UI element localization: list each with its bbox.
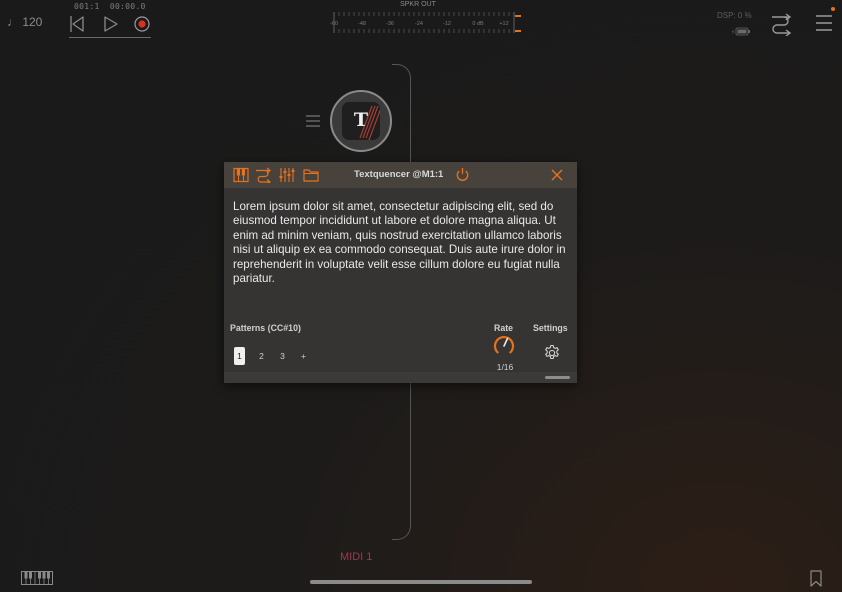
mixer-view-button[interactable] — [279, 167, 295, 183]
plugin-node-textquencer[interactable]: T — [330, 90, 392, 152]
home-indicator[interactable] — [310, 580, 532, 584]
resize-handle[interactable] — [545, 376, 570, 379]
piano-icon — [233, 167, 249, 183]
meter-scale-label: -12 — [443, 21, 451, 27]
keyboard-button[interactable] — [21, 571, 53, 585]
menu-icon — [816, 15, 832, 31]
play-icon — [104, 16, 118, 32]
drag-handle[interactable] — [305, 113, 321, 129]
meter-scale-label: -60 — [330, 21, 338, 27]
record-button[interactable] — [133, 15, 151, 33]
rate-label: Rate — [494, 323, 514, 333]
meter-scale-label: -36 — [386, 21, 394, 27]
keyboard-icon — [21, 571, 53, 585]
plugin-window-header[interactable]: Textquencer @M1:1 — [224, 162, 577, 188]
bypass-button[interactable] — [455, 167, 470, 182]
drag-handle-icon — [306, 115, 320, 127]
routing-icon — [772, 13, 792, 37]
output-meter: SPKR OUT -60 -48 -36 -24 -12 0 dB +12 — [326, 0, 526, 40]
meter-scale-graphic: -60 -48 -36 -24 -12 0 dB +12 — [330, 12, 521, 33]
plugin-icon-letter: T — [353, 109, 369, 131]
meter-scale-label: -48 — [358, 21, 366, 27]
pattern-button-2[interactable]: 2 — [256, 347, 267, 365]
plugin-app-icon: T — [342, 102, 380, 140]
battery-icon: ⚡ — [731, 23, 751, 36]
meter-scale-label: -24 — [415, 21, 423, 27]
meter-scale-label: 0 dB — [472, 21, 484, 27]
settings-button[interactable] — [543, 344, 561, 362]
folder-icon — [303, 169, 319, 182]
time-readout: 00:00.0 — [109, 2, 146, 11]
record-icon — [134, 16, 150, 32]
plugin-title: Textquencer @M1:1 — [354, 169, 444, 180]
rewind-icon — [70, 16, 84, 32]
routing-view-button[interactable] — [255, 167, 272, 185]
dsp-load: DSP: 0 % — [717, 11, 752, 20]
gear-icon — [544, 344, 560, 360]
rate-value: 1/16 — [496, 362, 514, 372]
presets-button[interactable] — [303, 167, 319, 183]
position-readout: 001:1 — [74, 2, 100, 11]
plugin-window-footer — [224, 372, 577, 383]
rewind-button[interactable] — [69, 15, 85, 33]
patterns-label: Patterns (CC#10) — [230, 323, 301, 333]
main-menu-button[interactable] — [814, 12, 834, 34]
mixer-icon — [279, 168, 295, 182]
add-pattern-button[interactable]: + — [298, 347, 309, 365]
meter-scale-label: +12 — [499, 21, 508, 27]
close-button[interactable] — [550, 168, 564, 182]
routing-button[interactable] — [770, 12, 792, 37]
bookmark-button[interactable] — [809, 570, 823, 587]
svg-text:⚡: ⚡ — [731, 29, 735, 36]
rate-knob[interactable] — [492, 334, 516, 358]
transport-divider — [69, 37, 151, 38]
pattern-button-1[interactable]: 1 — [234, 347, 245, 365]
sequence-text[interactable]: Lorem ipsum dolor sit amet, consectetur … — [233, 200, 569, 286]
knob-icon — [493, 336, 515, 354]
keyboard-view-button[interactable] — [233, 167, 249, 183]
routing-icon — [256, 167, 272, 185]
close-icon — [551, 169, 563, 181]
plugin-window: Textquencer @M1:1 Lorem ipsum dolor sit … — [224, 162, 577, 383]
play-button[interactable] — [103, 15, 119, 33]
notification-dot — [831, 7, 835, 11]
power-icon — [456, 168, 469, 181]
settings-label: Settings — [533, 323, 568, 333]
tempo-display[interactable]: ♩ 120 — [7, 15, 42, 29]
transport-position: 001:1 00:00.0 — [74, 2, 146, 11]
bookmark-icon — [810, 570, 822, 587]
midi-channel-label[interactable]: MIDI 1 — [340, 551, 372, 563]
pattern-button-3[interactable]: 3 — [277, 347, 288, 365]
